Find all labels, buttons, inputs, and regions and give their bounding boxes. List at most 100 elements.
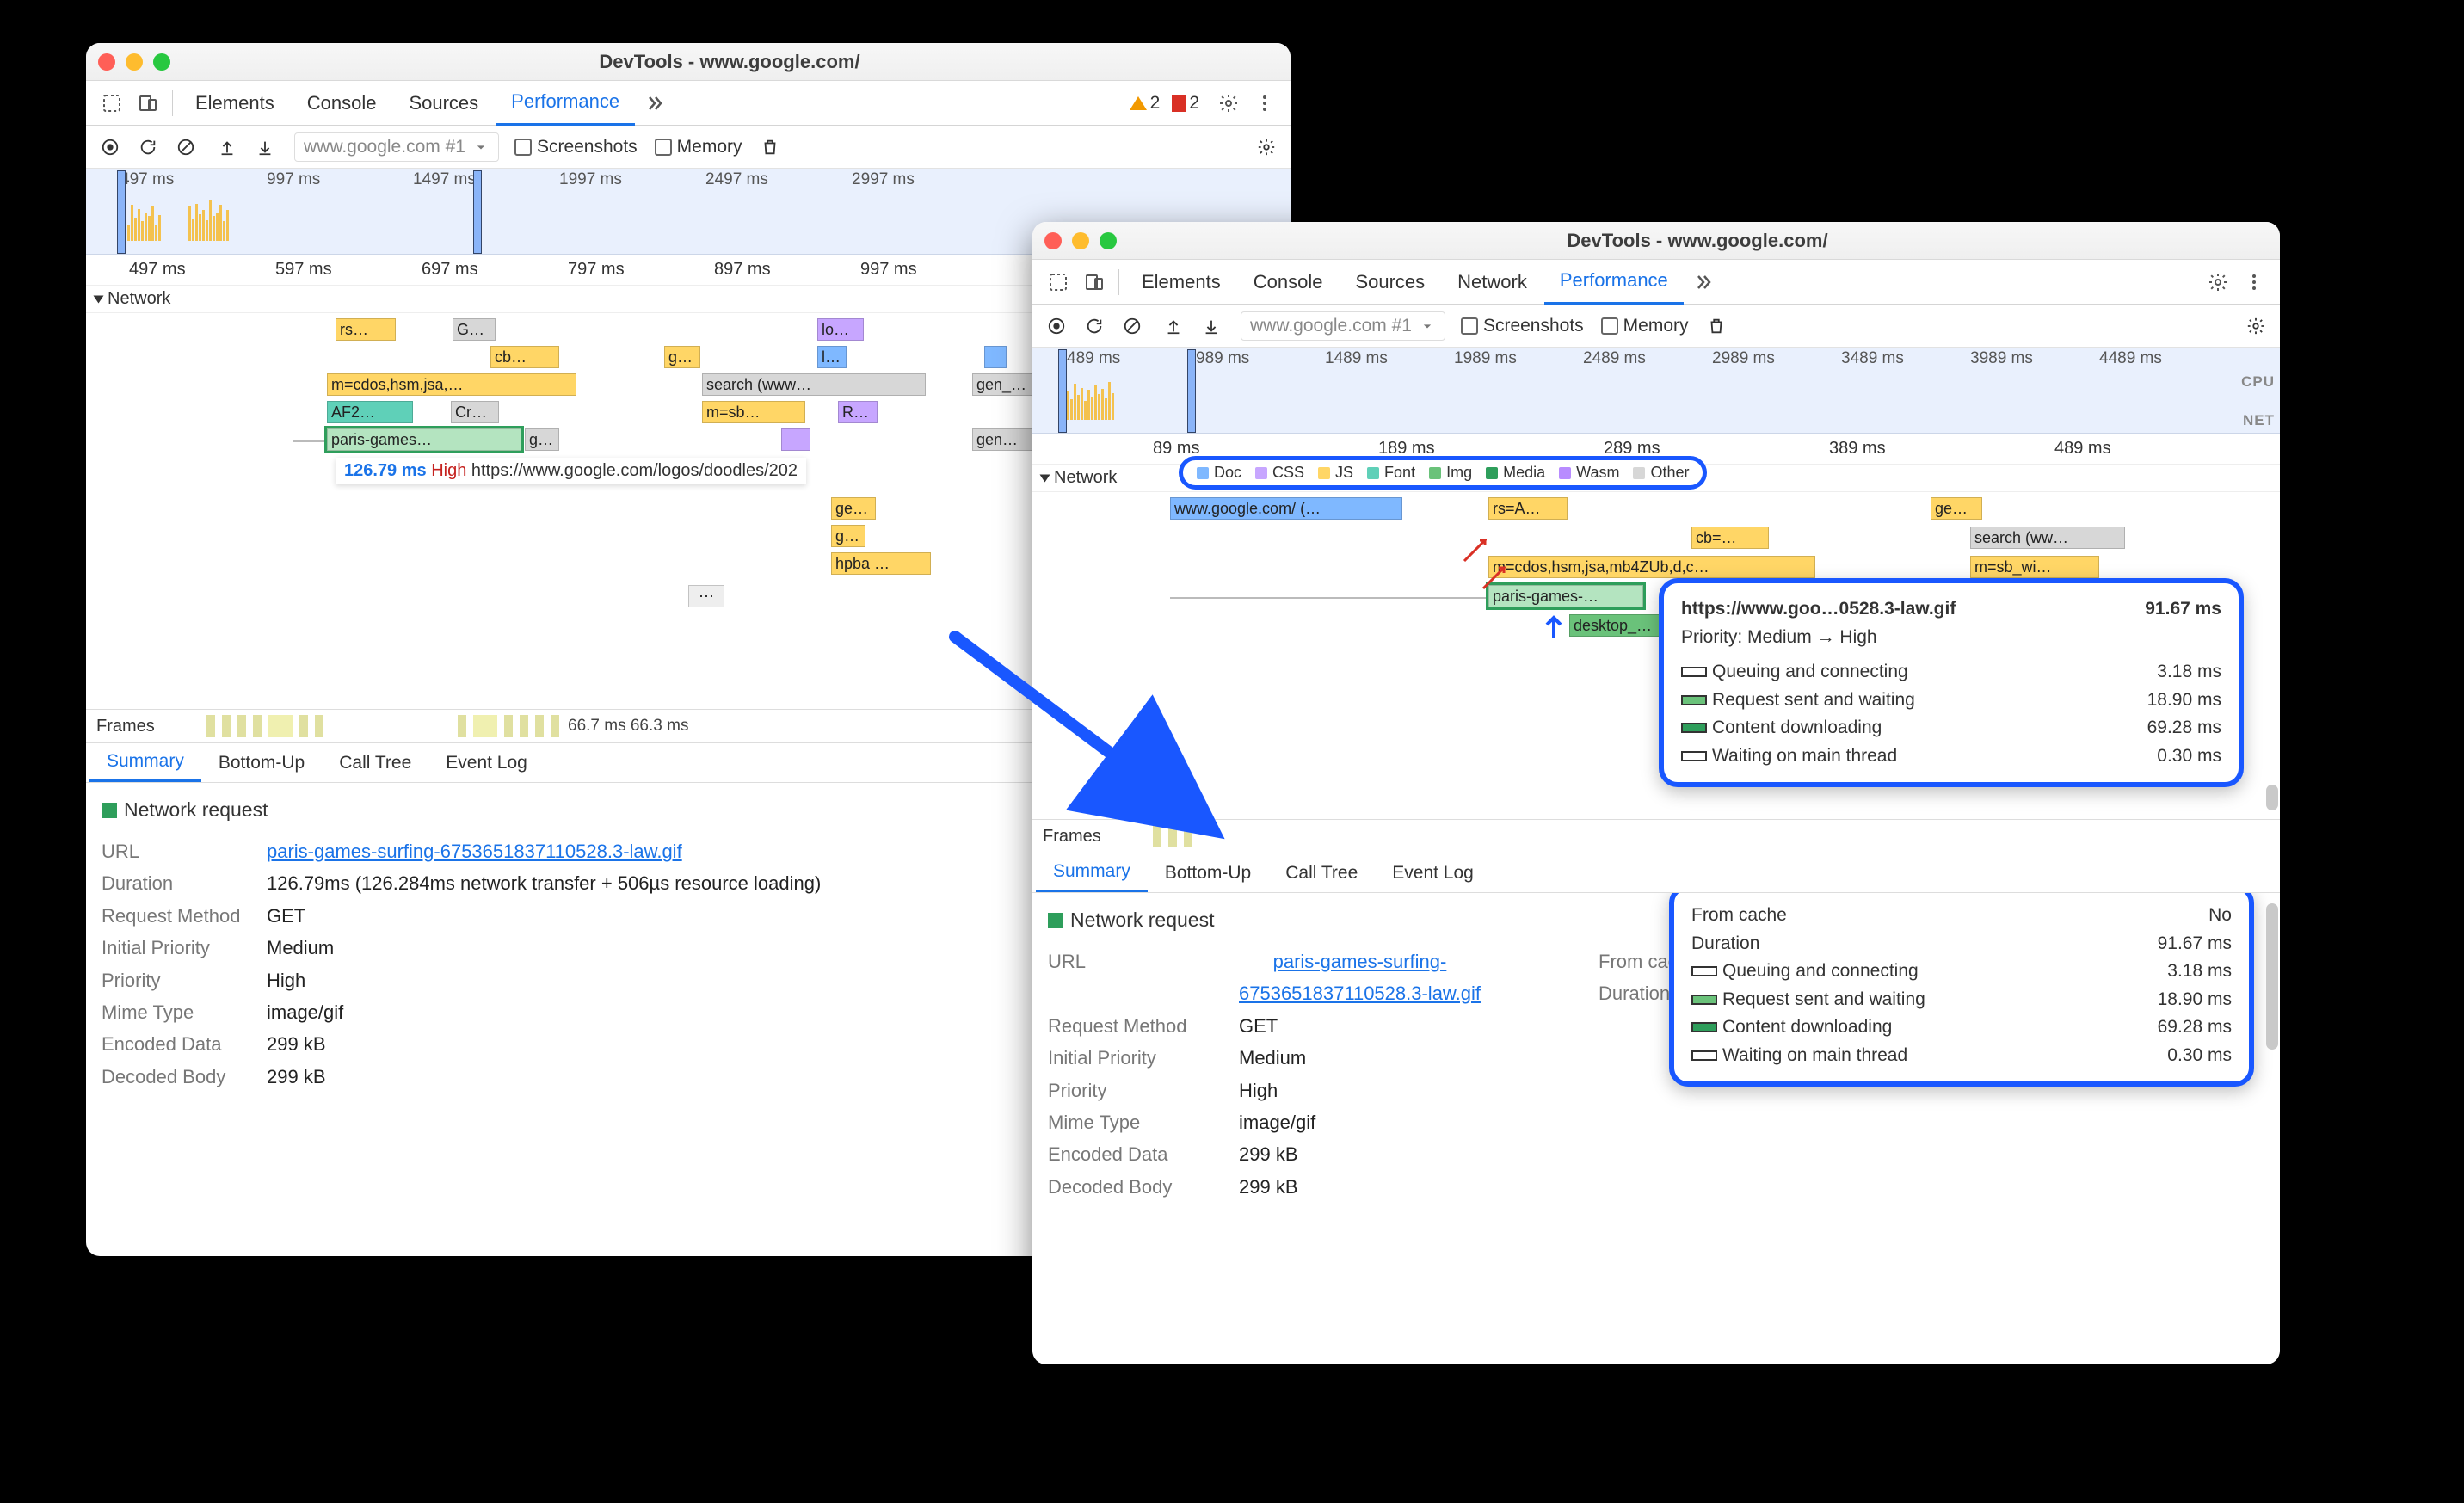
tab-console[interactable]: Console: [1238, 260, 1339, 305]
request-bar[interactable]: search (www…: [702, 373, 926, 396]
traffic-lights[interactable]: [1044, 232, 1117, 249]
request-bar[interactable]: gen_…: [972, 373, 1041, 396]
upload-button[interactable]: [1156, 309, 1191, 343]
tab-network[interactable]: Network: [1442, 260, 1543, 305]
screenshots-checkbox[interactable]: Screenshots: [514, 137, 638, 157]
overview-left-handle[interactable]: [117, 170, 126, 254]
inspect-icon[interactable]: [1041, 265, 1075, 299]
request-bar[interactable]: l…: [817, 346, 847, 368]
request-bar[interactable]: g…: [831, 525, 865, 547]
request-bar[interactable]: m=sb…: [702, 401, 805, 423]
scrollbar-thumb[interactable]: [2266, 903, 2278, 1050]
request-bar[interactable]: cb=…: [1691, 527, 1769, 549]
minimize-icon[interactable]: [1072, 232, 1089, 249]
upload-button[interactable]: [210, 130, 244, 164]
request-bar-selected[interactable]: paris-games…: [327, 428, 521, 451]
zoom-icon[interactable]: [1100, 232, 1117, 249]
titlebar[interactable]: DevTools - www.google.com/: [86, 43, 1291, 81]
request-bar-selected[interactable]: paris-games-…: [1488, 585, 1643, 607]
clear-button[interactable]: [1115, 309, 1149, 343]
tab-console[interactable]: Console: [292, 81, 392, 126]
details-tab-bottomup[interactable]: Bottom-Up: [201, 743, 322, 782]
overview-right-handle[interactable]: [1187, 349, 1196, 433]
more-tabs-icon[interactable]: [637, 86, 671, 120]
request-bar[interactable]: ge…: [831, 497, 876, 520]
request-bar[interactable]: Cr…: [451, 401, 499, 423]
reload-record-button[interactable]: [1077, 309, 1112, 343]
request-bar[interactable]: cb…: [490, 346, 559, 368]
request-bar[interactable]: gen…: [972, 428, 1036, 451]
details-tab-eventlog[interactable]: Event Log: [428, 743, 545, 782]
tab-sources[interactable]: Sources: [1340, 260, 1440, 305]
download-button[interactable]: [248, 130, 282, 164]
request-bar[interactable]: g…: [664, 346, 700, 368]
request-bar[interactable]: g…: [525, 428, 559, 451]
recording-combo[interactable]: www.google.com #1: [294, 132, 499, 162]
scrollbar-thumb[interactable]: [2266, 785, 2278, 810]
close-icon[interactable]: [98, 53, 115, 71]
request-bar[interactable]: search (ww…: [1970, 527, 2125, 549]
traffic-lights[interactable]: [98, 53, 170, 71]
memory-checkbox[interactable]: Memory: [655, 137, 742, 157]
gc-button[interactable]: [753, 130, 787, 164]
details-tab-summary[interactable]: Summary: [89, 743, 201, 782]
close-icon[interactable]: [1044, 232, 1062, 249]
kebab-icon[interactable]: [1247, 86, 1282, 120]
titlebar[interactable]: DevTools - www.google.com/: [1032, 222, 2280, 260]
request-bar[interactable]: AF2…: [327, 401, 413, 423]
details-tab-calltree[interactable]: Call Tree: [1268, 853, 1375, 892]
request-bar[interactable]: hpba …: [831, 552, 931, 575]
overview-left-handle[interactable]: [1058, 349, 1067, 433]
kebab-icon[interactable]: [2237, 265, 2271, 299]
request-bar[interactable]: ge…: [1931, 497, 1982, 520]
perf-settings-icon[interactable]: [2239, 309, 2273, 343]
settings-icon[interactable]: [1211, 86, 1246, 120]
memory-checkbox[interactable]: Memory: [1601, 316, 1689, 336]
download-button[interactable]: [1194, 309, 1229, 343]
gc-button[interactable]: [1699, 309, 1734, 343]
perf-toolbar: www.google.com #1 Screenshots Memory: [1032, 305, 2280, 348]
more-rows[interactable]: ⋯: [688, 585, 724, 607]
clear-button[interactable]: [169, 130, 203, 164]
device-toolbar-icon[interactable]: [1077, 265, 1112, 299]
minimize-icon[interactable]: [126, 53, 143, 71]
request-bar[interactable]: www.google.com/ (…: [1170, 497, 1402, 520]
tab-performance[interactable]: Performance: [1544, 260, 1684, 305]
reload-record-button[interactable]: [131, 130, 165, 164]
request-url-link[interactable]: paris-games-surfing-6753651837110528.3-l…: [1239, 946, 1481, 1010]
issues-badge[interactable]: 2: [1172, 93, 1199, 114]
request-bar[interactable]: rs=A…: [1488, 497, 1568, 520]
details-tab-eventlog[interactable]: Event Log: [1375, 853, 1491, 892]
warnings-badge[interactable]: 2: [1130, 93, 1161, 114]
details-tab-summary[interactable]: Summary: [1036, 853, 1148, 892]
request-bar[interactable]: G…: [453, 318, 496, 341]
details-tab-bottomup[interactable]: Bottom-Up: [1148, 853, 1268, 892]
request-bar[interactable]: m=cdos,hsm,jsa,mb4ZUb,d,c…: [1488, 556, 1815, 578]
more-tabs-icon[interactable]: [1685, 265, 1720, 299]
tab-sources[interactable]: Sources: [393, 81, 494, 126]
device-toolbar-icon[interactable]: [131, 86, 165, 120]
record-button[interactable]: [93, 130, 127, 164]
tab-elements[interactable]: Elements: [180, 81, 290, 126]
request-bar[interactable]: m=cdos,hsm,jsa,…: [327, 373, 576, 396]
overview-right-handle[interactable]: [473, 170, 482, 254]
tab-performance[interactable]: Performance: [496, 81, 635, 126]
request-bar[interactable]: [984, 346, 1007, 368]
request-bar[interactable]: m=sb_wi…: [1970, 556, 2099, 578]
inspect-icon[interactable]: [95, 86, 129, 120]
request-timing-tooltip: https://www.goo…0528.3-law.gif91.67 ms P…: [1659, 578, 2244, 787]
overview-timeline[interactable]: 489 ms989 ms1489 ms1989 ms2489 ms2989 ms…: [1032, 348, 2280, 434]
perf-settings-icon[interactable]: [1249, 130, 1284, 164]
request-bar[interactable]: R…: [838, 401, 878, 423]
details-tab-calltree[interactable]: Call Tree: [322, 743, 428, 782]
screenshots-checkbox[interactable]: Screenshots: [1461, 316, 1584, 336]
request-bar[interactable]: rs…: [336, 318, 396, 341]
tab-elements[interactable]: Elements: [1126, 260, 1236, 305]
request-bar[interactable]: [781, 428, 810, 451]
request-url-link[interactable]: paris-games-surfing-6753651837110528.3-l…: [267, 835, 682, 867]
zoom-icon[interactable]: [153, 53, 170, 71]
request-bar[interactable]: lo…: [817, 318, 864, 341]
recording-combo[interactable]: www.google.com #1: [1241, 311, 1445, 341]
settings-icon[interactable]: [2201, 265, 2235, 299]
record-button[interactable]: [1039, 309, 1074, 343]
